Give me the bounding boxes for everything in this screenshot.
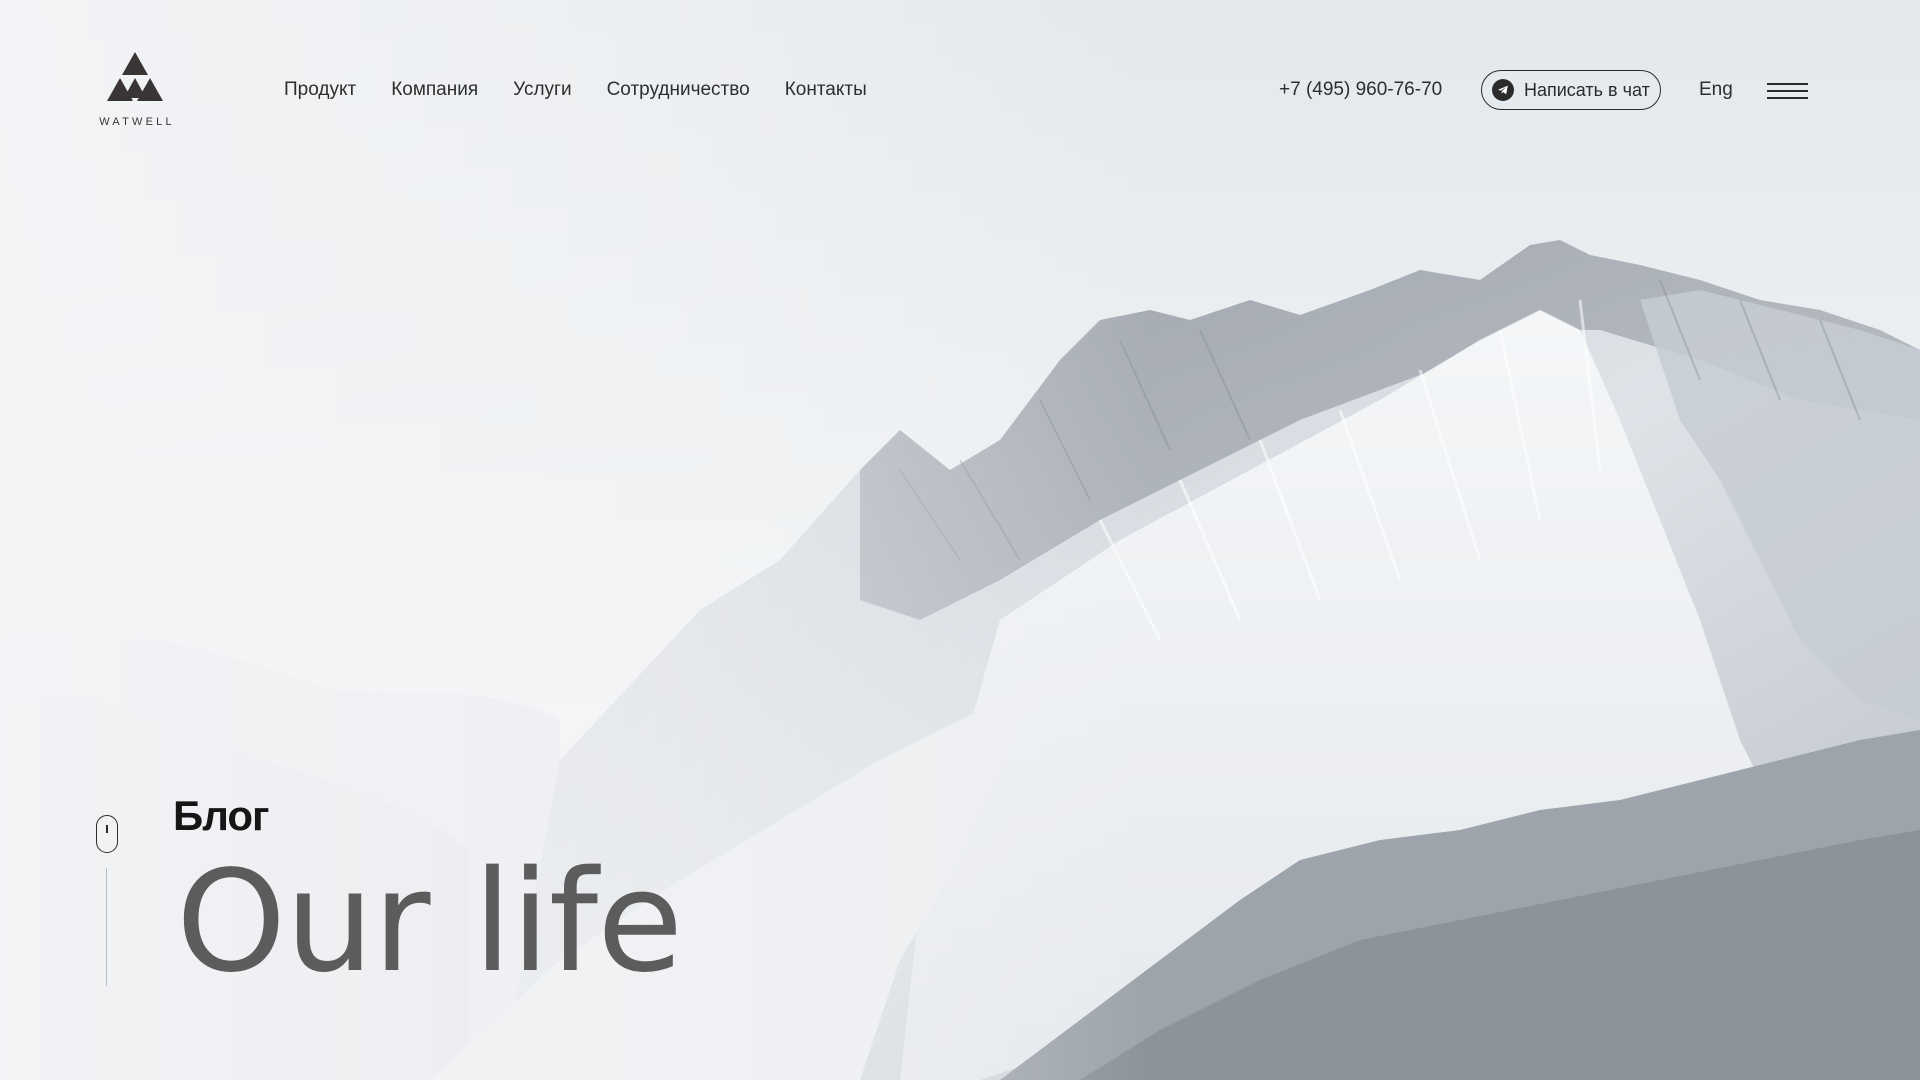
- phone-link[interactable]: +7 (495) 960-76-70: [1279, 78, 1442, 102]
- brand-logo-text: WATWELL: [99, 116, 175, 128]
- chat-button-label: Написать в чат: [1524, 79, 1650, 100]
- scroll-line-divider: [106, 868, 107, 986]
- nav-item-partnership[interactable]: Сотрудничество: [607, 78, 750, 102]
- brand-logo[interactable]: WATWELL: [96, 52, 178, 130]
- site-header: WATWELL Продукт Компания Услуги Сотрудни…: [0, 0, 1920, 180]
- nav-item-services[interactable]: Услуги: [513, 78, 571, 102]
- nav-item-contacts[interactable]: Контакты: [785, 78, 867, 102]
- chat-button[interactable]: Написать в чат: [1481, 70, 1661, 110]
- section-label: Блог: [173, 792, 269, 839]
- telegram-icon: [1492, 79, 1514, 101]
- triangle-mountain-logo-icon: [107, 52, 163, 101]
- mouse-scroll-icon[interactable]: [96, 815, 118, 853]
- page: WATWELL Продукт Компания Услуги Сотрудни…: [0, 0, 1920, 1080]
- hamburger-menu-icon[interactable]: [1767, 83, 1808, 99]
- hero-title: Our life: [176, 841, 683, 1004]
- nav-item-company[interactable]: Компания: [391, 78, 478, 102]
- language-switch[interactable]: Eng: [1699, 78, 1733, 102]
- main-nav: Продукт Компания Услуги Сотрудничество К…: [284, 78, 902, 102]
- nav-item-product[interactable]: Продукт: [284, 78, 356, 102]
